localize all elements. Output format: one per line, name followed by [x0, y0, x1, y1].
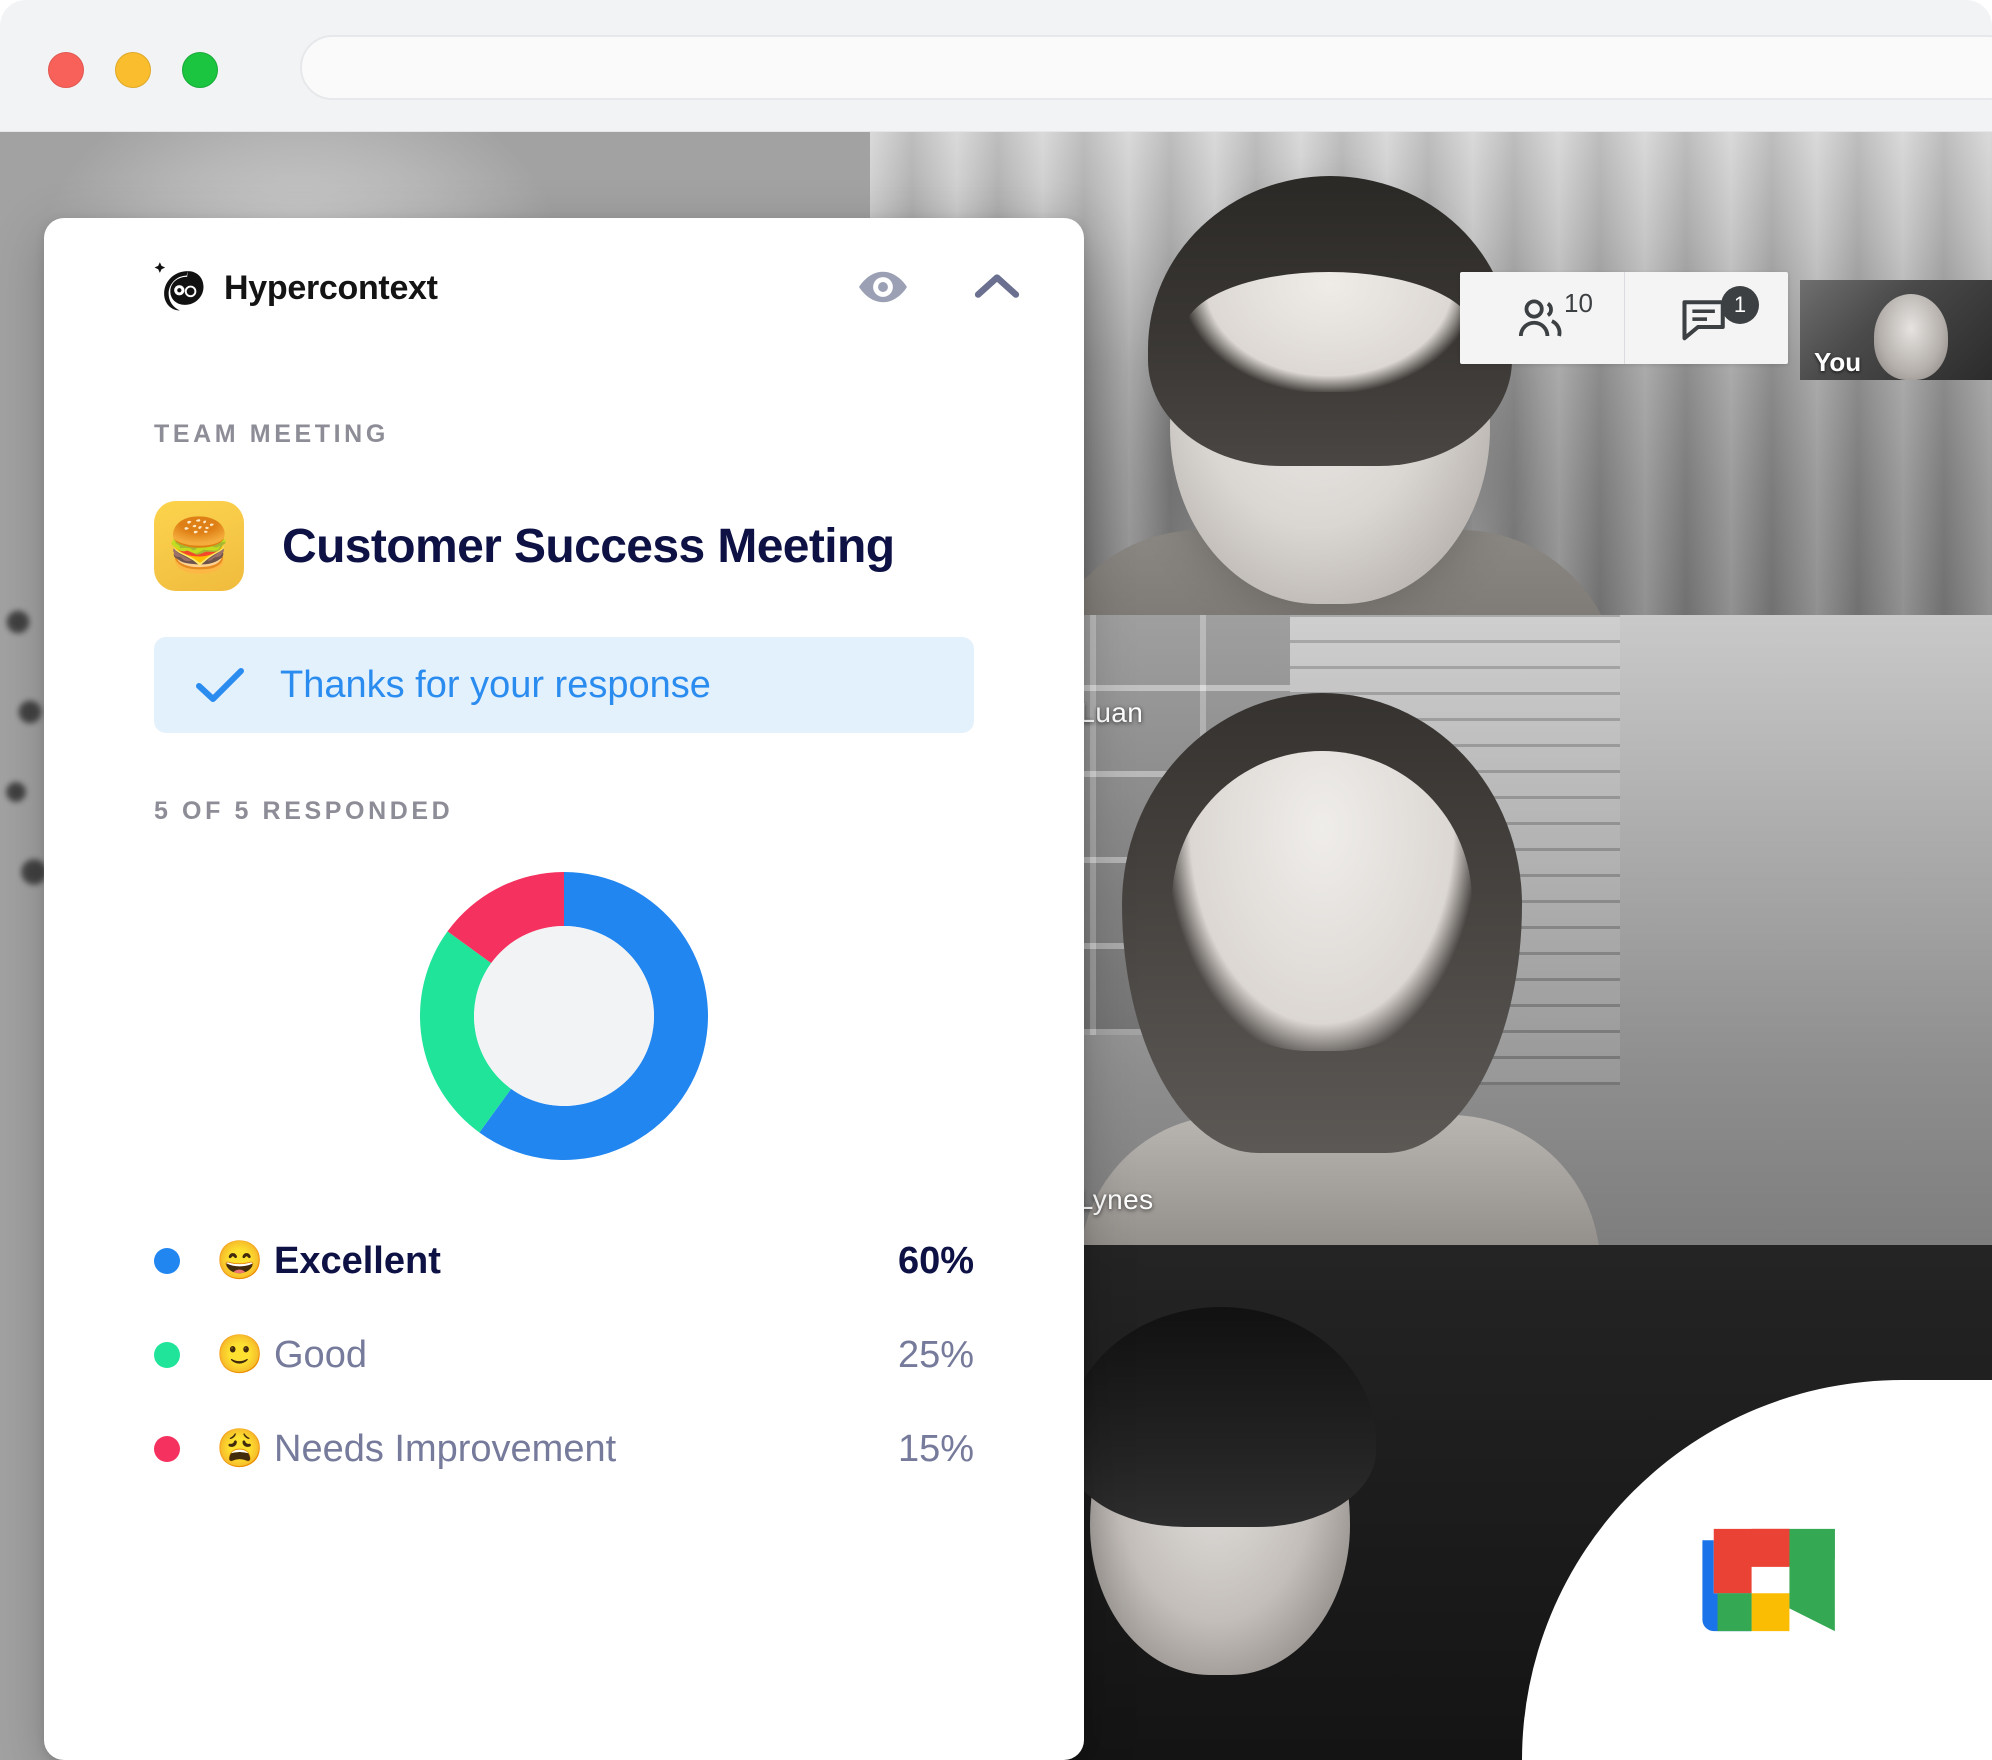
donut-center — [474, 926, 654, 1106]
maximize-window-button[interactable] — [182, 52, 218, 88]
close-window-button[interactable] — [48, 52, 84, 88]
check-icon — [196, 668, 244, 702]
legend-emoji-icon: 😄 — [216, 1240, 264, 1282]
eye-icon — [859, 271, 907, 303]
legend-label: Excellent — [274, 1239, 441, 1282]
legend-label: Good — [274, 1333, 367, 1376]
legend-row[interactable]: 😩 Needs Improvement 15% — [154, 1402, 974, 1496]
meeting-row: 🍔 Customer Success Meeting — [44, 501, 1084, 591]
legend-percentage: 25% — [897, 1333, 974, 1376]
chevron-up-icon — [974, 274, 1020, 298]
brand: Hypercontext — [154, 261, 438, 315]
chat-unread-badge: 1 — [1721, 286, 1759, 324]
minimize-window-button[interactable] — [115, 52, 151, 88]
legend-emoji-icon: 😩 — [216, 1428, 264, 1470]
legend-row[interactable]: 🙂 Good 25% — [154, 1308, 974, 1402]
window-traffic-lights — [48, 52, 218, 88]
self-view-face — [1874, 294, 1948, 380]
thanks-text: Thanks for your response — [280, 663, 711, 706]
legend-color-dot — [154, 1342, 180, 1368]
legend-percentage: 60% — [897, 1239, 974, 1282]
meeting-emoji-icon: 🍔 — [154, 501, 244, 591]
browser-chrome — [0, 0, 1992, 132]
participants-button[interactable]: 10 — [1460, 272, 1624, 364]
collapse-button[interactable] — [972, 270, 1022, 304]
google-meet-logo — [1702, 1528, 1835, 1632]
legend-row[interactable]: 😄 Excellent 60% — [154, 1214, 974, 1308]
response-donut-chart — [420, 872, 708, 1160]
brand-name: Hypercontext — [224, 268, 438, 307]
hypercontext-panel: Hypercontext TEAM MEETING 🍔 Customer Suc… — [44, 218, 1084, 1760]
donut-chart-container — [44, 866, 1084, 1166]
participant-hair — [1122, 693, 1522, 1153]
legend-emoji-icon: 🙂 — [216, 1334, 264, 1376]
chat-button[interactable]: 1 — [1624, 272, 1788, 364]
meet-top-controls: 10 1 — [1460, 272, 1788, 364]
eye-button[interactable] — [856, 268, 910, 306]
legend-color-dot — [154, 1436, 180, 1462]
legend-color-dot — [154, 1248, 180, 1274]
chart-legend: 😄 Excellent 60% 🙂 Good 25% 😩 Needs Improvement 1… — [44, 1214, 1084, 1496]
participant-hair — [1066, 1307, 1376, 1527]
hypercontext-logo-icon — [154, 262, 204, 311]
thanks-banner: Thanks for your response — [154, 637, 974, 733]
responded-label: 5 OF 5 RESPONDED — [154, 797, 454, 825]
legend-label: Needs Improvement — [274, 1427, 617, 1470]
legend-percentage: 15% — [897, 1427, 974, 1470]
app-root: Jack Luan Risa Lynes — [0, 0, 1992, 1760]
panel-header-actions — [856, 268, 1022, 306]
people-icon — [1518, 299, 1562, 337]
panel-header: Hypercontext — [44, 218, 1084, 358]
meeting-title: Customer Success Meeting — [282, 519, 895, 573]
section-label: TEAM MEETING — [154, 420, 389, 448]
self-view-thumbnail[interactable]: You — [1800, 280, 1992, 380]
self-view-label: You — [1814, 347, 1862, 377]
participants-count: 10 — [1564, 288, 1593, 318]
address-bar[interactable] — [300, 35, 1992, 100]
